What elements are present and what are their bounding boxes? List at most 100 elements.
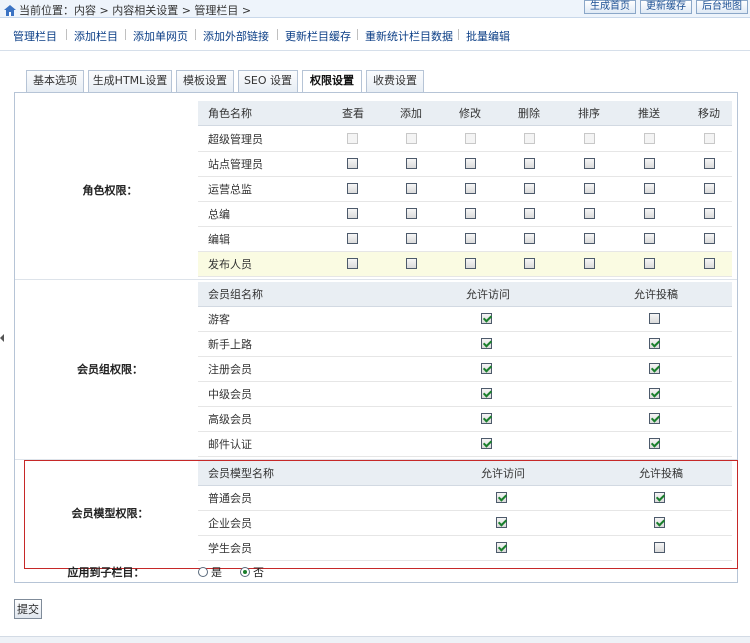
checkbox-delete[interactable]: [524, 183, 535, 194]
table-row: 企业会员: [198, 511, 732, 536]
update-cache-button[interactable]: 更新缓存: [640, 0, 692, 14]
nav-update-column-cache[interactable]: 更新栏目缓存: [285, 28, 351, 44]
checkbox-allow-submit[interactable]: [649, 413, 660, 424]
tab-permission-settings[interactable]: 权限设置: [302, 70, 362, 93]
group-name: 注册会员: [208, 363, 252, 376]
group-name: 中级会员: [208, 388, 252, 401]
checkbox-allow-submit[interactable]: [654, 542, 665, 553]
checkbox-allow-visit[interactable]: [496, 517, 507, 528]
submit-button[interactable]: 提交: [14, 599, 42, 619]
table-row: 站点管理员: [198, 152, 732, 177]
checkbox-allow-visit[interactable]: [481, 413, 492, 424]
checkbox-allow-visit[interactable]: [481, 313, 492, 324]
tab-basic-options[interactable]: 基本选项: [26, 70, 84, 92]
checkbox-allow-visit[interactable]: [481, 338, 492, 349]
checkbox-add[interactable]: [406, 233, 417, 244]
sub-nav: 管理栏目 添加栏目 添加单网页 添加外部链接 更新栏目缓存 重新统计栏目数据 批…: [0, 28, 750, 48]
checkbox-edit[interactable]: [465, 158, 476, 169]
table-row: 普通会员: [198, 486, 732, 511]
checkbox-sort: [584, 133, 595, 144]
model-header-visit: 允许访问: [481, 467, 525, 480]
checkbox-delete[interactable]: [524, 258, 535, 269]
group-name: 邮件认证: [208, 438, 252, 451]
model-name: 企业会员: [208, 517, 252, 530]
checkbox-view[interactable]: [347, 158, 358, 169]
checkbox-sort[interactable]: [584, 258, 595, 269]
section-divider: [15, 459, 737, 460]
tab-template-settings[interactable]: 模板设置: [176, 70, 234, 92]
checkbox-allow-visit[interactable]: [496, 542, 507, 553]
admin-map-button[interactable]: 后台地图: [696, 0, 748, 14]
generate-homepage-button[interactable]: 生成首页: [584, 0, 636, 14]
checkbox-add[interactable]: [406, 183, 417, 194]
checkbox-allow-submit[interactable]: [649, 388, 660, 399]
nav-add-column[interactable]: 添加栏目: [74, 28, 118, 44]
checkbox-view[interactable]: [347, 258, 358, 269]
checkbox-sort[interactable]: [584, 208, 595, 219]
checkbox-delete[interactable]: [524, 158, 535, 169]
tab-fee-settings[interactable]: 收费设置: [366, 70, 424, 92]
group-name: 游客: [208, 313, 230, 326]
checkbox-edit[interactable]: [465, 233, 476, 244]
role-name: 编辑: [208, 233, 230, 246]
sidebar-collapse-handle[interactable]: [0, 334, 4, 342]
role-name: 总编: [208, 208, 230, 221]
tab-html-settings[interactable]: 生成HTML设置: [88, 70, 172, 92]
checkbox-view: [347, 133, 358, 144]
checkbox-allow-submit[interactable]: [649, 438, 660, 449]
nav-add-external-link[interactable]: 添加外部链接: [203, 28, 269, 44]
checkbox-move[interactable]: [704, 233, 715, 244]
checkbox-allow-visit[interactable]: [481, 363, 492, 374]
checkbox-sort[interactable]: [584, 158, 595, 169]
checkbox-edit[interactable]: [465, 208, 476, 219]
table-row: 超级管理员: [198, 127, 732, 152]
checkbox-edit[interactable]: [465, 258, 476, 269]
checkbox-allow-submit[interactable]: [649, 338, 660, 349]
nav-separator: [277, 29, 278, 40]
checkbox-allow-submit[interactable]: [654, 492, 665, 503]
checkbox-edit[interactable]: [465, 183, 476, 194]
checkbox-push[interactable]: [644, 208, 655, 219]
checkbox-allow-visit[interactable]: [481, 438, 492, 449]
tab-seo-settings[interactable]: SEO 设置: [238, 70, 298, 92]
group-name: 新手上路: [208, 338, 252, 351]
nav-batch-edit[interactable]: 批量编辑: [466, 28, 510, 44]
checkbox-delete[interactable]: [524, 233, 535, 244]
checkbox-push[interactable]: [644, 233, 655, 244]
role-name: 超级管理员: [208, 133, 263, 146]
checkbox-delete[interactable]: [524, 208, 535, 219]
checkbox-push[interactable]: [644, 158, 655, 169]
nav-add-single-page[interactable]: 添加单网页: [133, 28, 188, 44]
nav-recount-column-data[interactable]: 重新统计栏目数据: [365, 28, 453, 44]
checkbox-add[interactable]: [406, 208, 417, 219]
checkbox-allow-submit[interactable]: [649, 313, 660, 324]
model-name: 学生会员: [208, 542, 252, 555]
checkbox-move[interactable]: [704, 158, 715, 169]
nav-separator: [125, 29, 126, 40]
checkbox-move: [704, 133, 715, 144]
checkbox-sort[interactable]: [584, 233, 595, 244]
checkbox-view[interactable]: [347, 208, 358, 219]
table-row: 编辑: [198, 227, 732, 252]
checkbox-view[interactable]: [347, 233, 358, 244]
table-row: 中级会员: [198, 382, 732, 407]
checkbox-allow-visit[interactable]: [481, 388, 492, 399]
nav-manage-columns[interactable]: 管理栏目: [13, 28, 57, 44]
checkbox-allow-submit[interactable]: [654, 517, 665, 528]
checkbox-allow-visit[interactable]: [496, 492, 507, 503]
table-row: 总编: [198, 202, 732, 227]
checkbox-move[interactable]: [704, 258, 715, 269]
checkbox-move[interactable]: [704, 183, 715, 194]
radio-apply-no[interactable]: [240, 567, 250, 577]
radio-apply-yes[interactable]: [198, 567, 208, 577]
checkbox-move[interactable]: [704, 208, 715, 219]
checkbox-add[interactable]: [406, 158, 417, 169]
checkbox-sort[interactable]: [584, 183, 595, 194]
checkbox-push[interactable]: [644, 183, 655, 194]
checkbox-allow-submit[interactable]: [649, 363, 660, 374]
checkbox-push[interactable]: [644, 258, 655, 269]
checkbox-add[interactable]: [406, 258, 417, 269]
model-header-name: 会员模型名称: [208, 467, 274, 480]
checkbox-view[interactable]: [347, 183, 358, 194]
nav-separator: [357, 29, 358, 40]
